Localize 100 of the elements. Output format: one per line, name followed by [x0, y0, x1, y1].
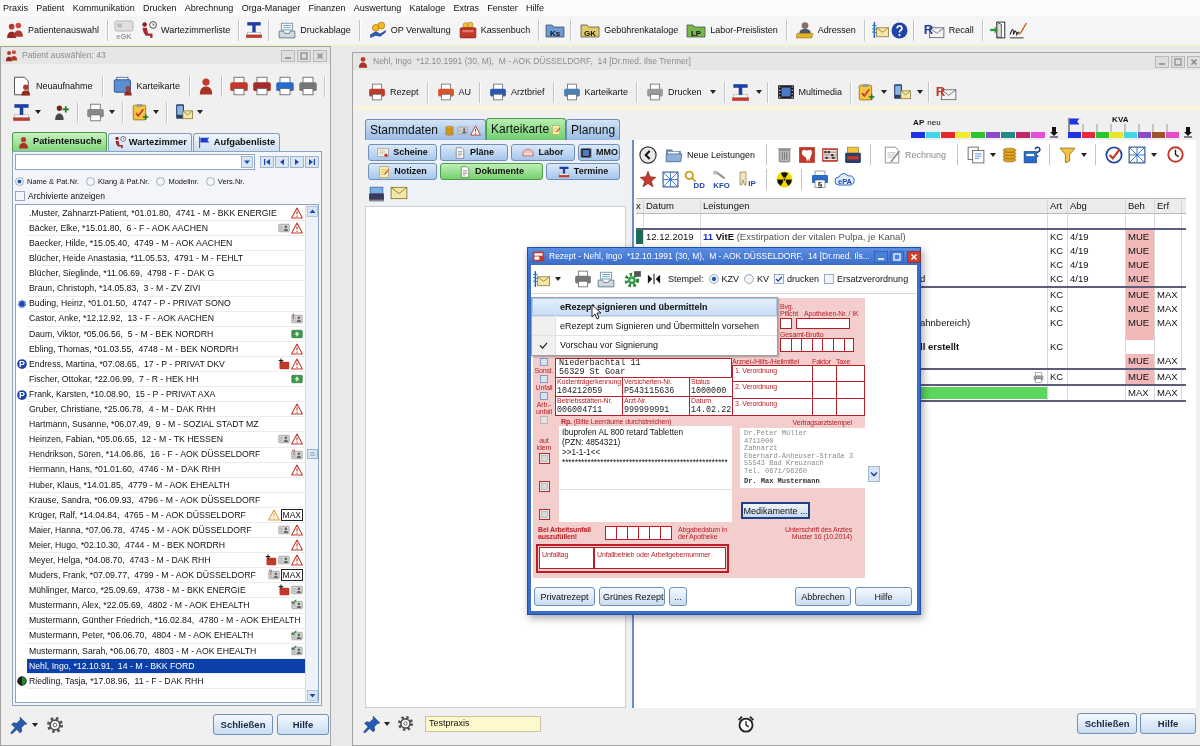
patient-selection-button[interactable]: Patientenauswahl [3, 18, 103, 42]
print-queue-button[interactable]: Druckablage [275, 18, 354, 42]
sick-note-button[interactable]: AU [433, 80, 475, 104]
back-icon[interactable] [639, 145, 657, 164]
radiation-icon[interactable] [776, 170, 793, 188]
printer-icon[interactable] [229, 76, 250, 96]
caret-icon[interactable] [32, 722, 38, 727]
medication-button[interactable]: Medikamente ... [741, 502, 810, 519]
printer-icon[interactable] [252, 76, 273, 96]
aut-idem-checkbox[interactable] [538, 481, 550, 492]
first-record-button[interactable] [260, 156, 274, 168]
gross-amount-field[interactable] [780, 338, 854, 352]
record-card-print-button[interactable]: Karteikarte [559, 80, 632, 104]
help-button[interactable]: Hilfe [277, 714, 329, 735]
stamp-radio[interactable]: KZV [708, 273, 740, 285]
caret-icon[interactable] [555, 277, 561, 281]
op-management-button[interactable]: OP Verwaltung [365, 18, 454, 42]
date-digit-field[interactable] [616, 526, 628, 540]
printer-icon[interactable] [275, 76, 296, 96]
caret-icon[interactable] [917, 90, 924, 94]
menu-item[interactable]: Kataloge [409, 2, 446, 14]
scroll-down-button[interactable] [306, 690, 318, 701]
input-field[interactable] [780, 318, 792, 329]
tab[interactable]: Patientensuche [12, 132, 107, 151]
minimize-button[interactable] [873, 250, 888, 263]
alarm-clock-icon[interactable] [737, 714, 755, 733]
multimedia-button[interactable]: Multimedia [773, 80, 846, 104]
caret-icon[interactable] [881, 90, 888, 94]
dialog-button[interactable]: Hilfe [855, 587, 912, 606]
patient-row[interactable]: Braun, Christoph, *14.05.83, 3 - M - ZV ZIVI [27, 281, 305, 297]
pharmacy-number-field[interactable] [796, 318, 850, 329]
question-card-icon[interactable] [1023, 145, 1042, 164]
patient-row[interactable]: Mustermann, Sarah, *06.06.70, 4803 - M - AOK EHEALTH [27, 643, 305, 659]
scrollbar[interactable] [305, 205, 318, 702]
column-header[interactable]: Beh [1126, 199, 1155, 213]
pin-icon[interactable] [363, 714, 381, 733]
form-checkbox[interactable] [540, 358, 548, 366]
scanner-icon[interactable] [368, 184, 385, 202]
tab[interactable]: Scheine [368, 144, 437, 161]
dialog-button[interactable]: ... [669, 587, 687, 606]
tab[interactable]: Labor [511, 144, 575, 161]
t-shape-icon[interactable] [12, 102, 31, 122]
signature-icon[interactable] [1008, 21, 1027, 39]
patient-row[interactable]: Krüger, Ralf, *14.04.84, 4765 - M - AOK DÜSSELDORF MAX [27, 507, 305, 523]
date-digit-field[interactable] [660, 526, 672, 540]
tooth-icon[interactable] [798, 145, 817, 164]
option-checkbox[interactable]: Ersatzverordnung [824, 273, 909, 285]
tab[interactable]: Stammdaten [365, 119, 487, 140]
archived-checkbox[interactable]: Archivierte anzeigen [15, 190, 105, 202]
help-icon[interactable] [890, 21, 908, 39]
grid-star-icon[interactable] [1128, 145, 1147, 164]
dropdown-button[interactable] [241, 156, 253, 168]
tab[interactable]: Planung [566, 119, 621, 140]
printer-icon[interactable] [86, 102, 105, 122]
previous-record-button[interactable] [275, 156, 289, 168]
column-header[interactable]: Leistungen [701, 199, 1048, 213]
close-button[interactable]: Schließen [213, 714, 273, 735]
recall-button[interactable]: R Recall [919, 18, 977, 42]
patient-row[interactable]: Buding, Heinz, *01.01.50, 4747 - P - PRIVAT SONO [27, 296, 305, 312]
t-shape-icon[interactable] [245, 21, 264, 39]
phone-envelope-icon[interactable] [175, 103, 193, 121]
last-record-button[interactable] [305, 156, 319, 168]
new-services-button[interactable]: Neue Leistungen [662, 142, 759, 167]
patient-row[interactable]: Riedling, Tasja, *17.08.96, 11 - F - DAK RHH [27, 673, 305, 689]
caret-icon[interactable] [384, 721, 390, 726]
settings-icon[interactable] [397, 715, 414, 732]
patient-row[interactable]: Meier, Hugo, *02.10.30, 4744 - M - BEK NORDRH [27, 538, 305, 554]
addresses-button[interactable]: Adressen [792, 18, 859, 42]
patient-row[interactable]: Heinzen, Fabian, *05.06.65, 12 - M - TK HESSEN [27, 432, 305, 448]
tab[interactable]: Pläne [440, 144, 508, 161]
tab[interactable]: Dokumente [440, 163, 543, 180]
patient-row[interactable]: Muders, Frank, *07.09.77, 4799 - M - AOK DÜSSELDORF MAX [27, 568, 305, 584]
form-checkbox[interactable] [540, 375, 548, 383]
caret-icon[interactable] [35, 110, 41, 114]
menu-item[interactable]: Vorschau vor Signierung [532, 336, 777, 355]
close-button[interactable] [905, 250, 922, 263]
t-shape-icon[interactable] [730, 82, 750, 102]
exit-door-icon[interactable] [988, 21, 1007, 39]
menu-item[interactable]: Extras [453, 2, 479, 14]
patient-row[interactable]: Castor, Anke, *12.12.92, 13 - F - AOK AACHEN [27, 311, 305, 327]
person-plus-icon[interactable] [53, 103, 70, 121]
lab-price-list-button[interactable]: LP Labor-Preislisten [683, 18, 781, 42]
next-record-button[interactable] [290, 156, 304, 168]
aut-idem-checkbox[interactable] [538, 453, 550, 464]
patient-row[interactable]: Daum, Viktor, *05.06.56, 5 - M - BEK NORDRH [27, 326, 305, 342]
pin-icon[interactable] [10, 715, 28, 734]
envelope-icon[interactable] [390, 184, 408, 202]
patient-row[interactable]: Hartmann, Susanne, *06.07.49, 9 - M - SOZIAL STADT MZ [27, 417, 305, 433]
tab[interactable]: Aufgabenliste [192, 133, 281, 151]
patient-row[interactable]: Hermann, Hans, *01.01.60, 4746 - M - DAK RHH [27, 462, 305, 478]
tab[interactable]: Wartezimmer [107, 133, 192, 151]
menu-item[interactable]: Praxis [3, 2, 28, 14]
patient-row[interactable]: Gruber, Christiane, *25.06.78, 4 - M - DAK RHH [27, 402, 305, 418]
grid-star-icon[interactable] [662, 170, 679, 188]
phone-envelope-icon[interactable] [893, 83, 912, 101]
patient-row[interactable]: Mustermann, Alex, *22.05.69, 4802 - M - AOK EHEALTH [27, 598, 305, 614]
tab[interactable]: Notizen [368, 163, 437, 180]
clock-icon[interactable] [1167, 146, 1185, 163]
column-header[interactable]: x [636, 199, 644, 213]
column-header[interactable]: Erf [1155, 199, 1182, 213]
